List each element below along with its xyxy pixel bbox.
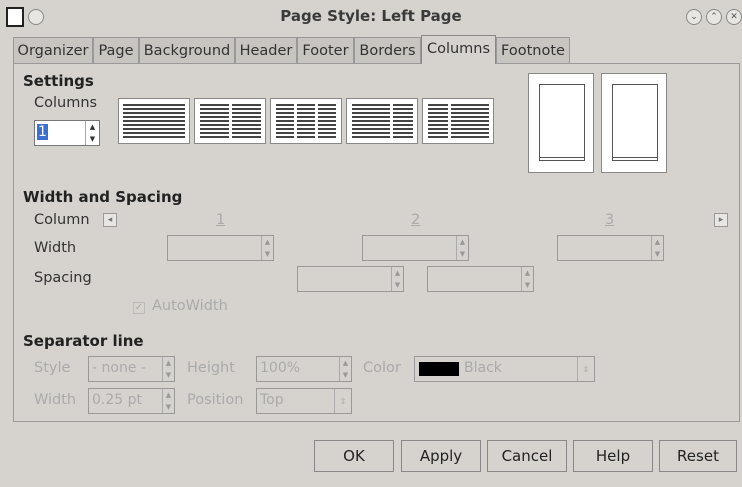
height-label: Height [187,360,235,376]
columns-label: Columns [34,95,98,111]
column-label: Column [34,212,90,228]
column-number-3: 3 [605,212,615,228]
height-field[interactable]: 100% ▲ ▼ [256,356,352,382]
chevron-down-icon[interactable]: ⇕ [334,389,351,413]
tab-page[interactable]: Page [93,37,139,63]
color-dropdown[interactable]: Black ⇕ [414,356,595,382]
style-value: - none - [92,360,146,376]
page-preview-left [528,73,594,173]
spacing-1-field[interactable]: ▲ ▼ [297,266,404,292]
column-2-width-field[interactable]: ▲ ▼ [362,235,469,261]
preset-2-columns-left[interactable] [346,98,418,144]
columns-value: 1 [37,124,48,140]
tab-header[interactable]: Header [235,37,297,63]
color-swatch [419,362,459,376]
separator-width-label: Width [34,392,77,408]
columns-spin-arrows[interactable]: ▲ ▼ [85,121,99,145]
tab-borders[interactable]: Borders [354,37,421,63]
color-label: Color [363,360,401,376]
tab-background[interactable]: Background [139,37,235,63]
spacing-label: Spacing [34,270,92,286]
autowidth-label: AutoWidth [152,298,228,314]
height-value: 100% [260,360,301,376]
apply-button[interactable]: Apply [401,440,481,472]
column-number-1: 1 [216,212,226,228]
spacing-2-field[interactable]: ▲ ▼ [427,266,534,292]
arrow-left-icon[interactable]: ◂ [103,213,117,227]
minimize-icon[interactable]: ⌄ [686,9,702,25]
preset-3-columns[interactable] [270,98,342,144]
close-icon[interactable]: ✕ [726,9,742,25]
position-label: Position [187,392,244,408]
help-button[interactable]: Help [573,440,653,472]
width-label: Width [34,240,77,256]
separator-width-value: 0.25 pt [92,392,142,408]
tab-footnote[interactable]: Footnote [496,37,570,63]
color-value: Black [464,360,502,376]
separator-width-field[interactable]: 0.25 pt ▲ ▼ [88,388,175,414]
autowidth-checkbox[interactable]: ✓ [133,302,145,314]
style-dropdown[interactable]: - none - ▲ ▼ [88,356,175,382]
title-bar: Page Style: Left Page ⌄ ⌃ ✕ [0,0,742,33]
preset-2-columns-right[interactable] [422,98,494,144]
cancel-button[interactable]: Cancel [487,440,567,472]
tab-organizer[interactable]: Organizer [13,37,93,63]
reset-button[interactable]: Reset [659,440,737,472]
column-3-width-field[interactable]: ▲ ▼ [557,235,664,261]
preset-1-column[interactable] [118,98,190,144]
separator-title: Separator line [23,332,144,350]
tab-footer[interactable]: Footer [297,37,354,63]
width-spacing-title: Width and Spacing [23,188,183,206]
position-dropdown[interactable]: Top ⇕ [256,388,352,414]
page-preview-right [601,73,667,173]
columns-spinbox[interactable]: 1 ▲ ▼ [34,120,100,146]
chevron-down-icon[interactable]: ⇕ [577,357,594,381]
tab-columns[interactable]: Columns [421,35,496,64]
preset-2-columns[interactable] [194,98,266,144]
arrow-right-icon[interactable]: ▸ [714,213,728,227]
column-number-2: 2 [411,212,421,228]
window-title: Page Style: Left Page [280,7,462,25]
maximize-icon[interactable]: ⌃ [706,9,722,25]
settings-title: Settings [23,72,94,90]
ok-button[interactable]: OK [314,440,394,472]
column-1-width-field[interactable]: ▲ ▼ [167,235,274,261]
position-value: Top [260,392,284,408]
style-label: Style [34,360,71,376]
